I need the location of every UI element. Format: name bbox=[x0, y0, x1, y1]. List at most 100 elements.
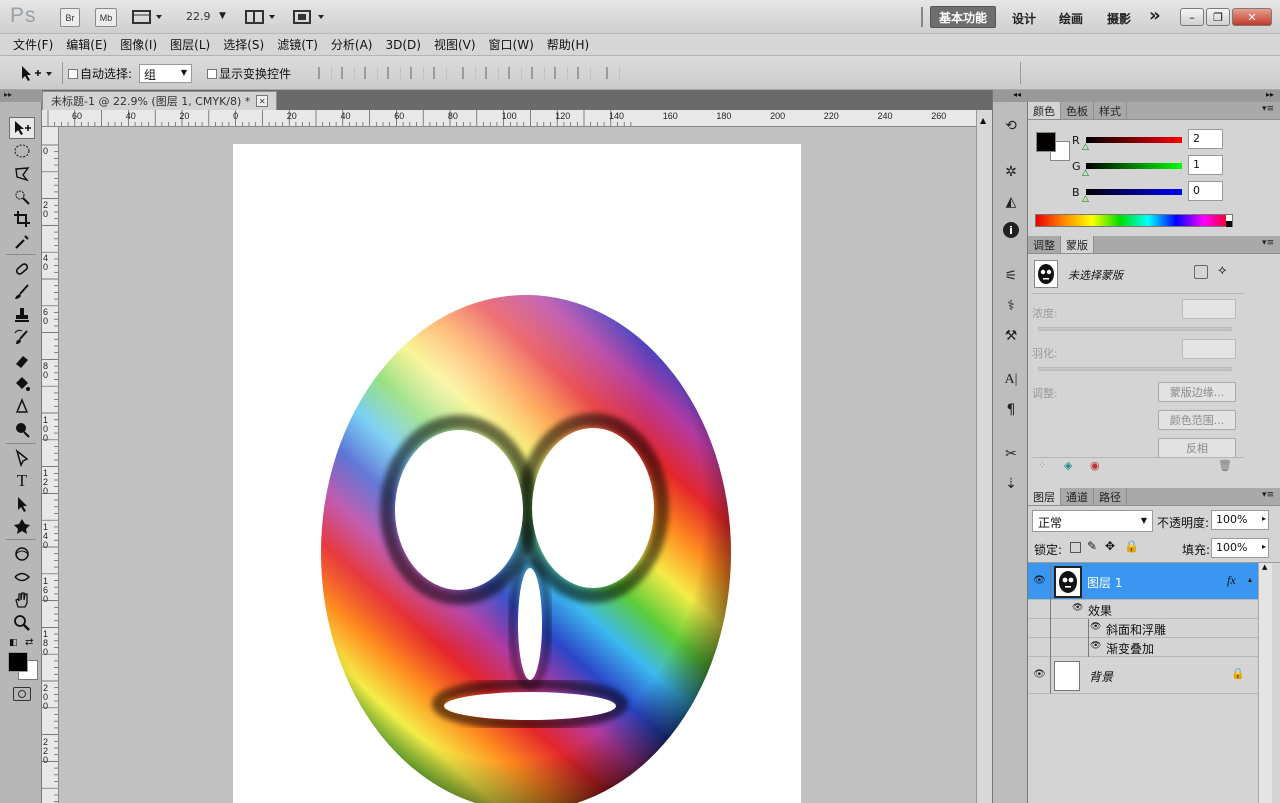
brush-presets-icon[interactable]: ⚟ bbox=[1001, 266, 1021, 286]
visibility-eye-icon[interactable]: 👁 bbox=[1090, 622, 1101, 632]
visibility-eye-icon[interactable]: 👁 bbox=[1033, 575, 1046, 586]
workspace-essentials[interactable]: 基本功能 bbox=[930, 6, 996, 28]
r-value-input[interactable]: 2 bbox=[1188, 129, 1223, 149]
align-hcenter-icon[interactable] bbox=[410, 67, 424, 79]
brush-tool-icon[interactable] bbox=[9, 281, 35, 303]
zoom-dropdown-icon[interactable]: ▼ bbox=[219, 11, 226, 21]
pen-tool-icon[interactable] bbox=[9, 447, 35, 469]
dodge-tool-icon[interactable] bbox=[9, 419, 35, 441]
align-left-icon[interactable] bbox=[387, 67, 401, 79]
effect-gradient-row[interactable]: 👁 渐变叠加 bbox=[1028, 638, 1258, 657]
default-colors-icon[interactable]: ◧ bbox=[9, 638, 18, 648]
load-selection-icon[interactable]: ⁘ bbox=[1038, 460, 1046, 471]
minimize-button[interactable]: – bbox=[1180, 8, 1204, 26]
tab-styles[interactable]: 样式 bbox=[1094, 102, 1127, 119]
layer-row-background[interactable]: 👁 背景 🔒 bbox=[1028, 657, 1258, 694]
distribute-bottom-icon[interactable] bbox=[508, 67, 522, 79]
restore-button[interactable]: ❐ bbox=[1206, 8, 1230, 26]
scroll-up-icon[interactable]: ▲ bbox=[980, 116, 986, 125]
histogram-panel-icon[interactable]: ◭ bbox=[1001, 192, 1021, 212]
distribute-hcenter-icon[interactable] bbox=[554, 67, 568, 79]
tool-presets-icon[interactable]: ⚒ bbox=[1001, 326, 1021, 346]
fx-badge[interactable]: fx bbox=[1227, 573, 1236, 588]
menu-layer[interactable]: 图层(L) bbox=[170, 36, 210, 53]
eyedropper-tool-icon[interactable] bbox=[9, 231, 35, 253]
blur-tool-icon[interactable] bbox=[9, 396, 35, 418]
expand-effects-icon[interactable]: ▴ bbox=[1248, 575, 1252, 584]
distribute-right-icon[interactable] bbox=[577, 67, 591, 79]
foreground-color-swatch[interactable] bbox=[8, 652, 28, 672]
g-slider[interactable] bbox=[1086, 163, 1182, 169]
checkbox-box[interactable] bbox=[68, 68, 78, 79]
fill-input[interactable]: 100% ▸ bbox=[1211, 538, 1269, 558]
panel-menu-icon[interactable]: ▾≡ bbox=[1262, 104, 1274, 114]
chevron-right-icon[interactable]: ▸ bbox=[1262, 542, 1266, 551]
menu-view[interactable]: 视图(V) bbox=[434, 36, 476, 53]
visibility-eye-icon[interactable]: 👁 bbox=[1033, 669, 1046, 680]
visibility-eye-icon[interactable]: 👁 bbox=[1090, 641, 1101, 651]
menu-file[interactable]: 文件(F) bbox=[13, 36, 53, 53]
path-selection-tool-icon[interactable] bbox=[9, 493, 35, 515]
strip-collapse-icon[interactable]: ◂◂ bbox=[993, 90, 1029, 102]
close-button[interactable]: ✕ bbox=[1232, 8, 1272, 26]
feather-input[interactable] bbox=[1182, 339, 1236, 359]
tab-masks[interactable]: 蒙版 bbox=[1061, 236, 1094, 253]
feather-slider[interactable] bbox=[1038, 367, 1232, 371]
g-slider-thumb[interactable]: △ bbox=[1082, 168, 1089, 178]
menu-edit[interactable]: 编辑(E) bbox=[66, 36, 107, 53]
history-brush-tool-icon[interactable] bbox=[9, 327, 35, 349]
visibility-eye-icon[interactable]: 👁 bbox=[1072, 603, 1083, 613]
layer-comps-icon[interactable]: ⇣ bbox=[1001, 474, 1021, 494]
crop-tool-icon[interactable] bbox=[9, 208, 35, 230]
clone-source-icon[interactable]: ⚕ bbox=[1001, 296, 1021, 316]
canvas-area[interactable] bbox=[59, 127, 976, 803]
effect-bevel-row[interactable]: 👁 斜面和浮雕 bbox=[1028, 619, 1258, 638]
3d-rotate-tool-icon[interactable] bbox=[9, 543, 35, 565]
3d-orbit-tool-icon[interactable] bbox=[9, 566, 35, 588]
quick-mask-icon[interactable] bbox=[13, 687, 31, 701]
menu-select[interactable]: 选择(S) bbox=[223, 36, 264, 53]
layer-name[interactable]: 图层 1 bbox=[1087, 574, 1122, 591]
swap-colors-icon[interactable]: ⇄ bbox=[25, 637, 33, 648]
distribute-vcenter-icon[interactable] bbox=[485, 67, 499, 79]
screen-mode-button[interactable] bbox=[292, 8, 326, 29]
paint-bucket-tool-icon[interactable] bbox=[9, 373, 35, 395]
menu-help[interactable]: 帮助(H) bbox=[547, 36, 589, 53]
arrange-documents-button[interactable] bbox=[245, 8, 279, 29]
lock-transparent-icon[interactable] bbox=[1070, 542, 1081, 553]
ruler-top[interactable]: 60 40 20 0 20 40 60 80 100 120 140 160 180 200 220 240 2… bbox=[42, 110, 976, 127]
zoom-tool-icon[interactable] bbox=[9, 612, 35, 634]
scroll-up-icon[interactable]: ▲ bbox=[1259, 563, 1272, 571]
paragraph-panel-icon[interactable]: ¶ bbox=[1001, 400, 1021, 420]
eraser-tool-icon[interactable] bbox=[9, 350, 35, 372]
align-bottom-icon[interactable] bbox=[364, 67, 378, 79]
menu-filter[interactable]: 滤镜(T) bbox=[277, 36, 318, 53]
history-panel-icon[interactable]: ⟲ bbox=[1001, 116, 1021, 136]
workspace-painting[interactable]: 绘画 bbox=[1059, 10, 1083, 27]
r-slider-thumb[interactable]: △ bbox=[1082, 142, 1089, 152]
b-slider-thumb[interactable]: △ bbox=[1082, 194, 1089, 204]
menu-image[interactable]: 图像(I) bbox=[120, 36, 157, 53]
ruler-left[interactable]: 0 20 40 60 80 100 120 140 160 180 200 220 bbox=[42, 127, 59, 803]
tab-layers[interactable]: 图层 bbox=[1028, 488, 1061, 505]
b-slider[interactable] bbox=[1086, 189, 1182, 195]
lasso-tool-icon[interactable] bbox=[9, 163, 35, 185]
vertical-scrollbar[interactable]: ▲ bbox=[976, 110, 992, 803]
menu-3d[interactable]: 3D(D) bbox=[385, 38, 420, 52]
move-tool-icon[interactable] bbox=[9, 117, 35, 139]
distribute-top-icon[interactable] bbox=[462, 67, 476, 79]
effects-row[interactable]: 👁 效果 bbox=[1028, 600, 1258, 619]
lock-position-icon[interactable]: ✥ bbox=[1105, 539, 1115, 553]
close-tab-icon[interactable]: ✕ bbox=[256, 95, 269, 107]
info-panel-icon[interactable]: i bbox=[1003, 222, 1019, 238]
checkbox-box[interactable] bbox=[207, 68, 217, 79]
opacity-input[interactable]: 100% ▸ bbox=[1211, 510, 1269, 530]
align-right-icon[interactable] bbox=[433, 67, 447, 79]
pixel-mask-icon[interactable] bbox=[1194, 265, 1208, 279]
color-spectrum-bar[interactable] bbox=[1035, 214, 1233, 227]
navigator-panel-icon[interactable]: ✲ bbox=[1001, 162, 1021, 182]
r-slider[interactable] bbox=[1086, 137, 1182, 143]
tab-color[interactable]: 颜色 bbox=[1028, 102, 1061, 119]
density-slider[interactable] bbox=[1038, 327, 1232, 331]
tab-channels[interactable]: 通道 bbox=[1061, 488, 1094, 505]
